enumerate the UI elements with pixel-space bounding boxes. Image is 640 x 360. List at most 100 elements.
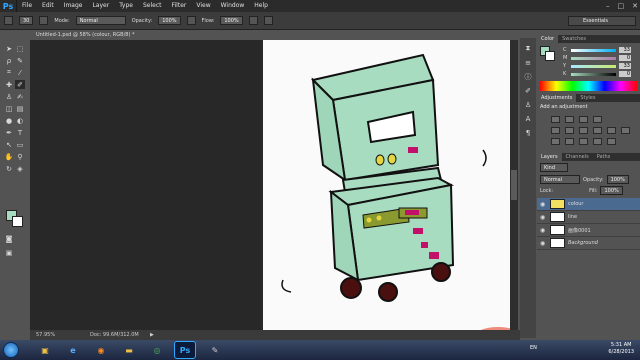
color-lookup-icon[interactable] bbox=[621, 127, 630, 134]
layer-row-colour[interactable]: ◉ colour bbox=[537, 198, 640, 211]
slider-m[interactable]: M 0 bbox=[563, 54, 640, 62]
fill-input[interactable]: 100% bbox=[600, 186, 623, 195]
flow-input[interactable]: 100% bbox=[220, 16, 243, 25]
firefox-icon[interactable]: ◉ bbox=[90, 341, 112, 359]
system-clock[interactable]: 5:31 AM 6/28/2013 bbox=[608, 342, 634, 356]
hue-saturation-icon[interactable] bbox=[551, 127, 560, 134]
layer-filter-kind[interactable]: Kind bbox=[540, 163, 568, 172]
layer-opacity-input[interactable]: 100% bbox=[606, 175, 629, 184]
tab-styles[interactable]: Styles bbox=[576, 94, 599, 102]
color-panel-bg-swatch[interactable] bbox=[545, 51, 555, 61]
visibility-eye-icon[interactable]: ◉ bbox=[540, 201, 547, 208]
maximize-button[interactable]: □ bbox=[618, 0, 625, 12]
color-balance-icon[interactable] bbox=[565, 127, 574, 134]
exposure-icon[interactable] bbox=[593, 116, 602, 123]
type-tool-icon[interactable]: T bbox=[15, 128, 25, 137]
airbrush-icon[interactable] bbox=[248, 16, 258, 25]
path-selection-tool-icon[interactable]: ↖ bbox=[4, 140, 14, 149]
quick-mask-icon[interactable]: ◙ bbox=[4, 234, 14, 243]
gradient-tool-icon[interactable]: ▤ bbox=[15, 104, 25, 113]
folder-icon[interactable]: ▬ bbox=[118, 341, 140, 359]
layer-name[interactable]: 画像0001 bbox=[568, 227, 591, 234]
properties-panel-icon[interactable]: ≡ bbox=[523, 58, 533, 67]
layer-name[interactable]: Background bbox=[568, 240, 598, 246]
canvas-area[interactable] bbox=[30, 40, 510, 330]
black-white-icon[interactable] bbox=[579, 127, 588, 134]
dodge-tool-icon[interactable]: ◐ bbox=[15, 116, 25, 125]
color-ramp[interactable] bbox=[540, 81, 637, 91]
clone-source-panel-icon[interactable]: ♙ bbox=[523, 100, 533, 109]
zoom-level[interactable]: 57.95% bbox=[36, 330, 55, 340]
layer-name[interactable]: colour bbox=[568, 201, 583, 207]
quick-select-tool-icon[interactable]: ✎ bbox=[15, 56, 25, 65]
crop-tool-icon[interactable]: ⌗ bbox=[4, 68, 14, 77]
hand-tool-icon[interactable]: ✋ bbox=[4, 152, 14, 161]
brush-panel-toggle-icon[interactable] bbox=[39, 16, 49, 25]
3d-tool-icon[interactable]: ◈ bbox=[15, 164, 25, 173]
menu-file[interactable]: File bbox=[17, 0, 37, 12]
layer-row-line[interactable]: ◉ line bbox=[537, 211, 640, 224]
document-canvas[interactable] bbox=[263, 40, 510, 330]
tab-color[interactable]: Color bbox=[537, 35, 559, 43]
taskbar-app-icon-1[interactable]: ▣ bbox=[34, 341, 56, 359]
blur-tool-icon[interactable]: ● bbox=[4, 116, 14, 125]
invert-icon[interactable] bbox=[551, 138, 560, 145]
brush-panel-icon[interactable]: ✐ bbox=[523, 86, 533, 95]
info-panel-icon[interactable]: ⓘ bbox=[523, 72, 533, 81]
move-tool-icon[interactable]: ➤ bbox=[4, 44, 14, 53]
history-brush-tool-icon[interactable]: ✍ bbox=[15, 92, 25, 101]
menu-image[interactable]: Image bbox=[59, 0, 88, 12]
layer-row-image[interactable]: ◉ 画像0001 bbox=[537, 224, 640, 237]
paragraph-panel-icon[interactable]: ¶ bbox=[523, 128, 533, 137]
posterize-icon[interactable] bbox=[565, 138, 574, 145]
visibility-eye-icon[interactable]: ◉ bbox=[540, 240, 547, 247]
brightness-contrast-icon[interactable] bbox=[551, 116, 560, 123]
layer-blend-mode-select[interactable]: Normal bbox=[540, 175, 580, 184]
screen-mode-icon[interactable]: ▣ bbox=[4, 248, 14, 257]
lasso-tool-icon[interactable]: ρ bbox=[4, 56, 14, 65]
clone-stamp-tool-icon[interactable]: ♙ bbox=[4, 92, 14, 101]
start-button[interactable] bbox=[3, 342, 19, 358]
shape-tool-icon[interactable]: ▭ bbox=[15, 140, 25, 149]
taskbar-app-icon-7[interactable]: ✎ bbox=[204, 341, 226, 359]
close-button[interactable]: ✕ bbox=[632, 0, 638, 12]
menu-select[interactable]: Select bbox=[138, 0, 167, 12]
pressure-opacity-icon[interactable] bbox=[186, 16, 196, 25]
brush-size-picker[interactable]: 30 bbox=[19, 16, 34, 25]
character-panel-icon[interactable]: A bbox=[523, 114, 533, 123]
menu-help[interactable]: Help bbox=[249, 0, 273, 12]
zoom-tool-icon[interactable]: ⚲ bbox=[15, 152, 25, 161]
tab-channels[interactable]: Channels bbox=[562, 153, 593, 161]
visibility-eye-icon[interactable]: ◉ bbox=[540, 214, 547, 221]
brush-tool-icon[interactable]: ✐ bbox=[15, 80, 25, 89]
background-color-swatch[interactable] bbox=[12, 216, 23, 227]
slider-k[interactable]: K 0 bbox=[563, 70, 640, 78]
tab-paths[interactable]: Paths bbox=[593, 153, 615, 161]
channel-mixer-icon[interactable] bbox=[607, 127, 616, 134]
pressure-size-icon[interactable] bbox=[263, 16, 273, 25]
menu-window[interactable]: Window bbox=[216, 0, 250, 12]
selective-color-icon[interactable] bbox=[607, 138, 616, 145]
photo-filter-icon[interactable] bbox=[593, 127, 602, 134]
tab-adjustments[interactable]: Adjustments bbox=[537, 94, 577, 102]
ie-icon[interactable]: e bbox=[62, 341, 84, 359]
levels-icon[interactable] bbox=[565, 116, 574, 123]
rotate-view-tool-icon[interactable]: ↻ bbox=[4, 164, 14, 173]
tab-swatches[interactable]: Swatches bbox=[558, 35, 590, 43]
minimize-button[interactable]: – bbox=[606, 0, 610, 12]
eyedropper-tool-icon[interactable]: ⁄ bbox=[15, 68, 25, 77]
workspace-switcher[interactable]: Essentials bbox=[568, 16, 636, 26]
layer-row-background[interactable]: ◉ Background bbox=[537, 237, 640, 250]
menu-layer[interactable]: Layer bbox=[87, 0, 114, 12]
gradient-map-icon[interactable] bbox=[593, 138, 602, 145]
language-indicator[interactable]: EN bbox=[530, 345, 537, 351]
brush-tool-preset-icon[interactable] bbox=[4, 16, 13, 25]
menu-type[interactable]: Type bbox=[114, 0, 138, 12]
marquee-tool-icon[interactable]: ⬚ bbox=[15, 44, 25, 53]
layer-name[interactable]: line bbox=[568, 214, 577, 220]
history-panel-icon[interactable]: ⧗ bbox=[523, 44, 533, 53]
document-tab[interactable]: Untitled-1.psd @ 58% (colour, RGB/8) * bbox=[33, 30, 143, 40]
chrome-icon[interactable]: ◎ bbox=[146, 341, 168, 359]
pen-tool-icon[interactable]: ✒ bbox=[4, 128, 14, 137]
status-menu-arrow-icon[interactable]: ▶ bbox=[150, 330, 154, 340]
